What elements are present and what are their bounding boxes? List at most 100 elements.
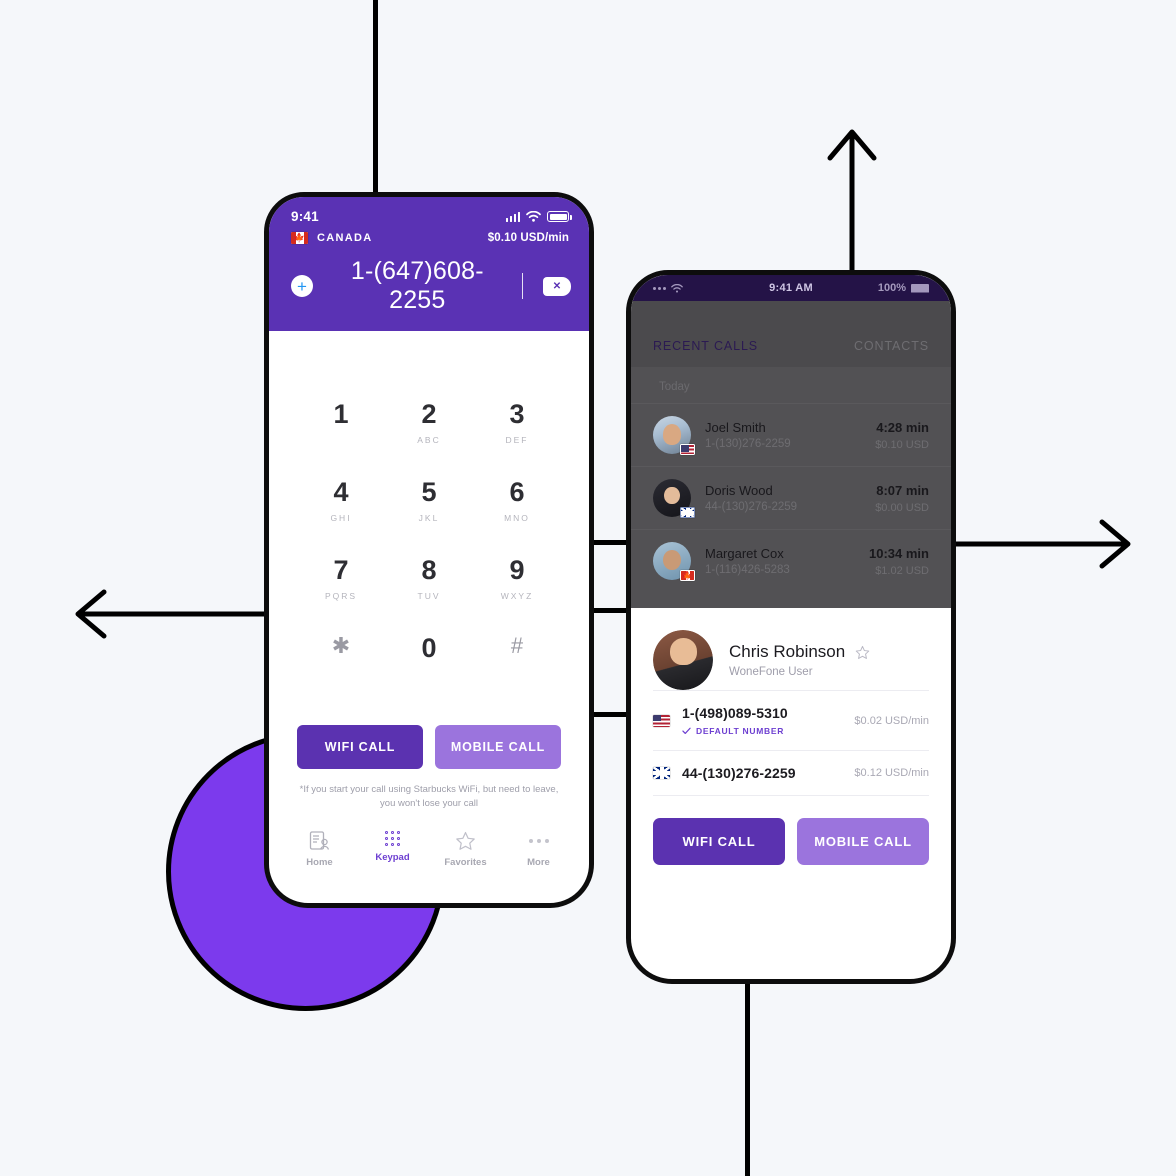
connector-stub-1 [592,540,626,545]
tab-label: Favorites [444,856,487,868]
mobile-call-button[interactable]: MOBILE CALL [797,818,929,865]
arrow-left [75,589,270,639]
key-digit: 0 [421,633,437,663]
key-letters: DEF [505,435,529,445]
phone1-dial-display: + 1-(647)608-2255 ✕ [269,253,589,331]
section-label-today: Today [659,381,690,393]
contact-number: 1-(130)276-2259 [705,438,791,450]
wifi-call-note: *If you start your call using Starbucks … [299,784,559,809]
keypad-key-8[interactable]: 8 TUV [385,549,473,627]
key-digit: ✱ [331,633,351,658]
call-stats: 4:28 min $0.10 USD [875,420,929,451]
tab-recent-calls[interactable]: RECENT CALLS [653,339,758,353]
keypad-key-0[interactable]: 0 [385,627,473,705]
avatar [653,416,695,455]
phone1-header: 9:41 🍁 CANADA $0.10 USD/min + 1-(647)608… [269,197,589,331]
key-digit: 1 [333,399,349,429]
contact-number-row[interactable]: 44-(130)276-2259 $0.12 USD/min [653,750,929,795]
phone1-tab-bar: Home Keypad Favorites More [269,811,589,880]
call-duration: 8:07 min [876,482,929,498]
key-digit: 3 [509,399,525,429]
key-letters: TUV [417,591,441,601]
key-letters: GHI [330,513,352,523]
phone-number: 44-(130)276-2259 [682,765,796,781]
flag-canada-icon: 🍁 [291,232,308,244]
status-left-icons [653,283,683,293]
call-list-item[interactable]: 🍁 Margaret Cox 1-(116)426-5283 10:34 min… [631,529,951,592]
contact-detail-sheet: Chris Robinson WoneFone User 1-(498)089-… [631,608,951,865]
keypad-key-9[interactable]: 9 WXYZ [473,549,561,627]
wifi-call-button[interactable]: WIFI CALL [653,818,785,865]
phone2-segment-tabs: RECENT CALLS CONTACTS [631,301,951,367]
call-stats: 8:07 min $0.00 USD [875,483,929,514]
keypad-key-star[interactable]: ✱ [297,627,385,705]
keypad-key-1[interactable]: 1 [297,393,385,471]
phone1-status-bar: 9:41 [269,197,589,226]
key-digit: 6 [509,477,525,507]
avatar [653,479,695,518]
call-list-item[interactable]: Joel Smith 1-(130)276-2259 4:28 min $0.1… [631,403,951,466]
backspace-icon[interactable]: ✕ [543,276,571,296]
contact-name: Margaret Cox [705,546,784,561]
keypad-dots-icon [384,830,401,847]
phone-mockup-contact: 9:41 AM 100% RECENT CALLS CONTACTS Today [626,270,956,984]
phone1-country-bar[interactable]: 🍁 CANADA $0.10 USD/min [269,226,589,253]
contact-number-row[interactable]: 1-(498)089-5310 DEFAULT NUMBER $0.02 USD… [653,690,929,750]
connector-line-top [373,0,378,196]
call-info: Joel Smith 1-(130)276-2259 [705,420,861,450]
mobile-call-button[interactable]: MOBILE CALL [435,725,561,769]
flag-us-icon [680,444,695,455]
phone2-status-bar: 9:41 AM 100% [631,275,951,301]
keypad-key-4[interactable]: 4 GHI [297,471,385,549]
call-duration: 4:28 min [876,419,929,435]
number-rate: $0.12 USD/min [854,767,929,779]
wifi-call-button[interactable]: WIFI CALL [297,725,423,769]
flag-gb-icon [653,767,670,779]
contact-name: Doris Wood [705,483,773,498]
contact-name: Chris Robinson [729,642,846,661]
tab-label: More [527,856,550,868]
star-outline-icon[interactable] [855,645,870,660]
status-right-icons: 100% [878,282,929,294]
number-rate: $0.02 USD/min [854,714,929,727]
keypad-key-2[interactable]: 2 ABC [385,393,473,471]
key-letters: MNO [504,513,530,523]
call-cost: $0.00 USD [875,501,929,514]
keypad-key-3[interactable]: 3 DEF [473,393,561,471]
keypad-key-5[interactable]: 5 JKL [385,471,473,549]
screenshot-canvas: 9:41 🍁 CANADA $0.10 USD/min + 1-(647)608… [0,0,1176,1176]
key-digit: # [510,633,524,658]
contact-name: Joel Smith [705,420,766,435]
country-selector[interactable]: 🍁 CANADA [291,232,372,244]
plus-circle-icon[interactable]: + [291,275,313,297]
tab-favorites[interactable]: Favorites [429,831,502,868]
tab-keypad[interactable]: Keypad [356,830,429,868]
key-letters: WXYZ [500,591,534,601]
tab-home[interactable]: Home [283,830,356,868]
keypad-key-7[interactable]: 7 PQRS [297,549,385,627]
tab-label: Keypad [375,852,410,864]
signal-dots-icon [653,286,666,290]
dialed-number[interactable]: 1-(647)608-2255 [323,257,512,315]
phone2-dimmed-background: RECENT CALLS CONTACTS Today Joel Smith 1… [631,301,951,608]
key-digit: 7 [333,555,349,585]
key-letters: PQRS [324,591,358,601]
phone1-keypad: 1 2 ABC 3 DEF 4 GHI 5 JKL 6 MNO 7 PQRS 8… [269,331,589,705]
call-cost: $0.10 USD [875,438,929,451]
status-time: 9:41 AM [769,282,813,294]
phone-mockup-keypad: 9:41 🍁 CANADA $0.10 USD/min + 1-(647)608… [264,192,594,908]
call-list-item[interactable]: Doris Wood 44-(130)276-2259 8:07 min $0.… [631,466,951,529]
call-info: Margaret Cox 1-(116)426-5283 [705,546,855,576]
keypad-key-hash[interactable]: # [473,627,561,705]
wifi-icon [671,283,683,293]
keypad-key-6[interactable]: 6 MNO [473,471,561,549]
flag-us-icon [653,714,670,727]
key-digit: 9 [509,555,525,585]
tab-more[interactable]: More [502,831,575,868]
arrow-right [950,519,1131,569]
key-letters: JKL [418,513,440,523]
default-number-label: DEFAULT NUMBER [696,726,785,736]
flag-gb-icon [680,507,695,518]
tab-contacts[interactable]: CONTACTS [854,339,929,353]
contacts-list-icon [309,830,329,850]
